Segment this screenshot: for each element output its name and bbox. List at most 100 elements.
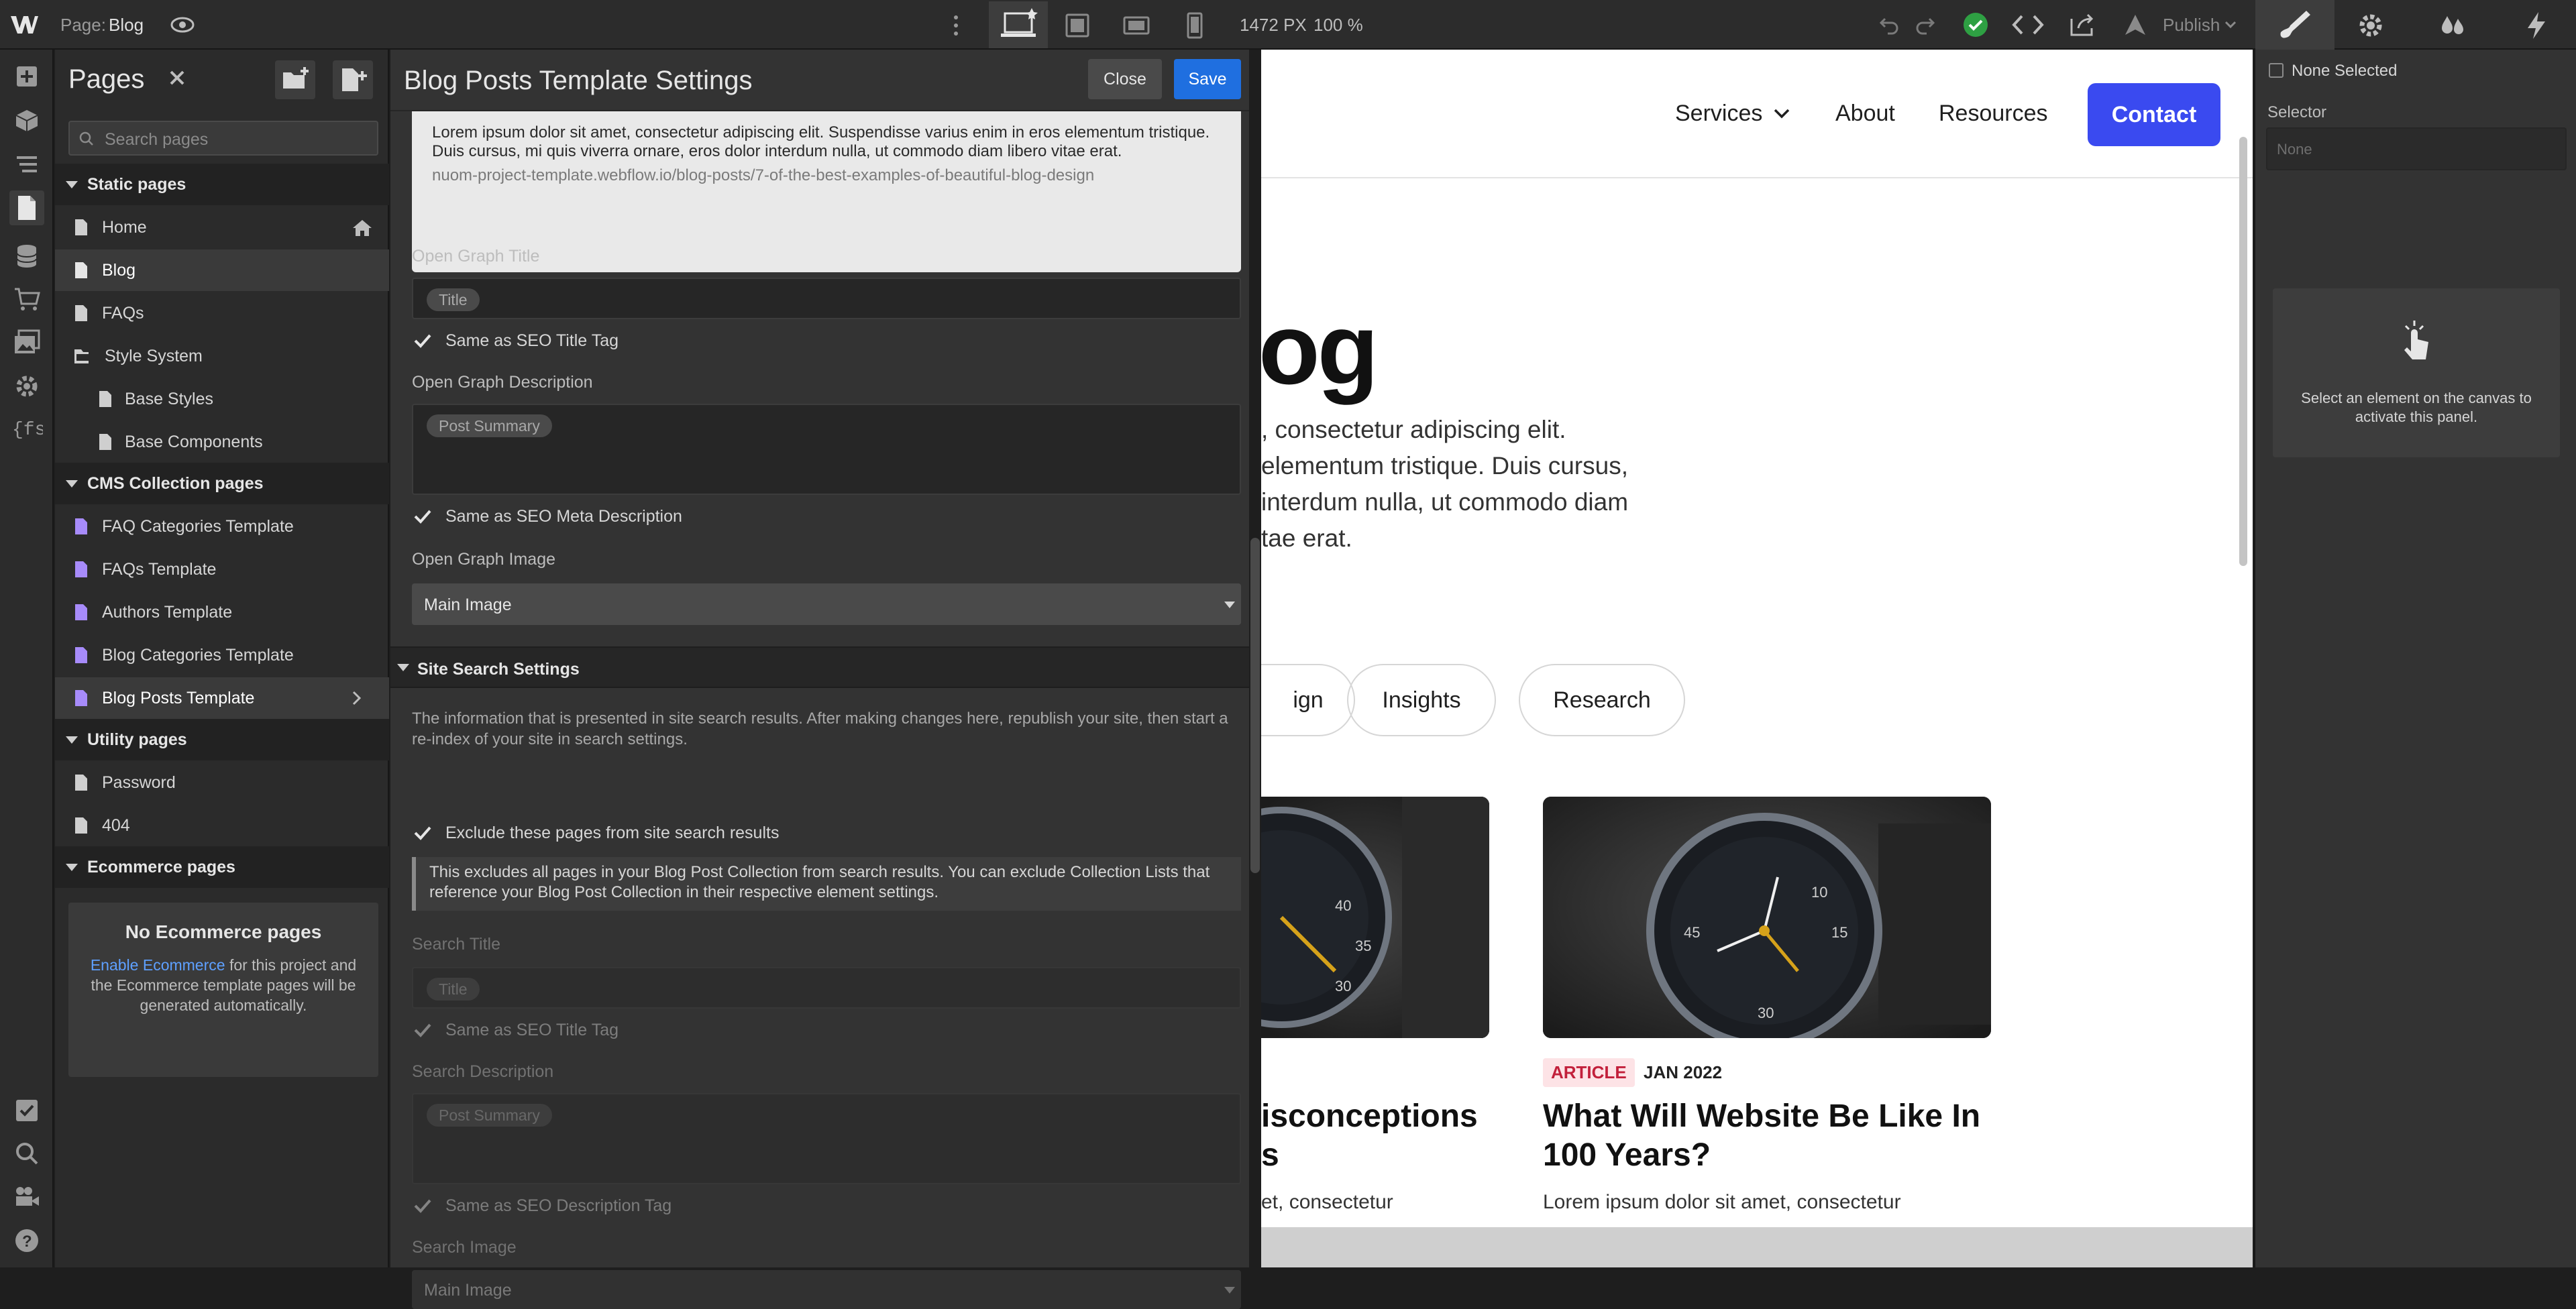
cms-pages-header[interactable]: CMS Collection pages bbox=[55, 463, 389, 504]
checkbox-checked-icon[interactable] bbox=[412, 822, 433, 844]
new-folder-button[interactable] bbox=[275, 60, 315, 99]
cms-database-icon[interactable] bbox=[9, 239, 44, 274]
search-title-same-checkbox-row[interactable]: Same as SEO Title Tag bbox=[412, 1017, 619, 1043]
page-item-404[interactable]: 404 bbox=[55, 805, 389, 846]
category-chip-research[interactable]: Research bbox=[1519, 664, 1685, 736]
title-field-pill[interactable]: Title bbox=[427, 978, 480, 1001]
mobile-portrait-icon[interactable] bbox=[1185, 11, 1205, 40]
og-image-select[interactable]: Main Image bbox=[412, 583, 1241, 625]
static-pages-header[interactable]: Static pages bbox=[55, 164, 389, 205]
post-summary-pill[interactable]: Post Summary bbox=[427, 414, 552, 437]
desktop-breakpoint-icon[interactable] bbox=[989, 1, 1048, 48]
page-item-password[interactable]: Password bbox=[55, 762, 389, 803]
static-pages-label: Static pages bbox=[87, 174, 186, 194]
navigator-icon[interactable] bbox=[9, 148, 44, 182]
checkbox-checked-icon[interactable] bbox=[412, 330, 433, 351]
card-title-line: isconceptions bbox=[1261, 1098, 1478, 1134]
enable-ecommerce-link[interactable]: Enable Ecommerce bbox=[91, 956, 225, 974]
tablet-breakpoint-icon[interactable] bbox=[1063, 12, 1092, 39]
add-panel-icon[interactable] bbox=[9, 59, 44, 94]
exclude-search-checkbox-row[interactable]: Exclude these pages from site search res… bbox=[412, 819, 779, 846]
webflow-logo-icon[interactable] bbox=[9, 13, 39, 36]
search-pages-input[interactable]: Search pages bbox=[68, 121, 378, 156]
ecommerce-cart-icon[interactable] bbox=[9, 282, 44, 317]
settings-scrollbar[interactable] bbox=[1250, 538, 1260, 873]
publish-button[interactable]: Publish bbox=[2163, 15, 2220, 36]
top-toolbar: Page: Blog 1472 PX 100 % Publish bbox=[0, 0, 2576, 50]
page-item-authors-template[interactable]: Authors Template bbox=[55, 591, 389, 633]
og-image-label: Open Graph Image bbox=[412, 550, 556, 569]
pages-icon[interactable] bbox=[9, 190, 44, 225]
exclude-note-text: This excludes all pages in your Blog Pos… bbox=[429, 863, 1210, 901]
more-options-icon[interactable] bbox=[951, 12, 961, 39]
canvas-scrollbar[interactable] bbox=[2239, 137, 2247, 566]
symbols-cube-icon[interactable] bbox=[9, 103, 44, 138]
category-chip-insights[interactable]: Insights bbox=[1347, 664, 1496, 736]
undo-icon[interactable] bbox=[1878, 13, 1901, 36]
nav-about-link[interactable]: About bbox=[1835, 101, 1895, 127]
page-item-base-styles[interactable]: Base Styles bbox=[55, 378, 389, 420]
nav-services-link[interactable]: Services bbox=[1675, 101, 1762, 127]
page-item-faqs[interactable]: FAQs bbox=[55, 292, 389, 334]
assets-images-icon[interactable] bbox=[9, 325, 44, 359]
page-item-faqs-template[interactable]: FAQs Template bbox=[55, 549, 389, 590]
page-item-faq-categories-template[interactable]: FAQ Categories Template bbox=[55, 506, 389, 547]
close-icon[interactable] bbox=[168, 68, 186, 87]
close-button[interactable]: Close bbox=[1088, 59, 1162, 99]
new-page-button[interactable] bbox=[333, 60, 373, 99]
ecommerce-pages-header[interactable]: Ecommerce pages bbox=[55, 846, 389, 888]
title-field-pill[interactable]: Title bbox=[427, 288, 480, 311]
help-icon[interactable]: ? bbox=[9, 1223, 44, 1258]
search-description-field[interactable]: Post Summary bbox=[412, 1093, 1241, 1184]
mobile-landscape-icon[interactable] bbox=[1122, 12, 1151, 39]
page-item-home[interactable]: Home bbox=[55, 207, 389, 248]
folder-icon bbox=[74, 349, 89, 363]
nav-contact-button[interactable]: Contact bbox=[2088, 83, 2220, 146]
page-item-blog-posts-template[interactable]: Blog Posts Template bbox=[55, 677, 389, 719]
preview-eye-icon[interactable] bbox=[169, 13, 196, 36]
checkbox-checked-icon[interactable] bbox=[412, 506, 433, 527]
checkbox-checked-icon[interactable] bbox=[412, 1019, 433, 1041]
settings-gear-icon[interactable] bbox=[9, 369, 44, 404]
page-item-base-components[interactable]: Base Components bbox=[55, 421, 389, 463]
interactions-bolt-icon[interactable] bbox=[2522, 11, 2549, 40]
save-button[interactable]: Save bbox=[1174, 59, 1241, 99]
share-icon[interactable] bbox=[2069, 12, 2096, 38]
page-item-blog-categories-template[interactable]: Blog Categories Template bbox=[55, 634, 389, 676]
publish-rocket-icon[interactable] bbox=[2123, 12, 2148, 38]
nav-resources-link[interactable]: Resources bbox=[1939, 101, 2048, 127]
chevron-right-icon[interactable] bbox=[352, 691, 362, 705]
search-image-select[interactable]: Main Image bbox=[412, 1270, 1241, 1309]
chevron-down-icon[interactable] bbox=[2224, 20, 2237, 30]
page-doc-icon bbox=[99, 434, 111, 450]
design-canvas[interactable]: Services About Resources Contact og , co… bbox=[1261, 50, 2253, 1227]
post-summary-pill[interactable]: Post Summary bbox=[427, 1104, 552, 1127]
search-description-same-label: Same as SEO Description Tag bbox=[445, 1196, 672, 1215]
og-title-same-checkbox-row[interactable]: Same as SEO Title Tag bbox=[412, 327, 619, 354]
checkbox-checked-icon[interactable] bbox=[412, 1195, 433, 1216]
site-search-settings-header[interactable]: Site Search Settings bbox=[390, 646, 1249, 688]
utility-pages-header[interactable]: Utility pages bbox=[55, 719, 389, 760]
category-chip-design[interactable]: ign bbox=[1261, 664, 1355, 736]
none-selected-checkbox[interactable] bbox=[2269, 63, 2284, 78]
selector-input[interactable]: None bbox=[2266, 127, 2567, 170]
video-tutorials-icon[interactable] bbox=[9, 1179, 44, 1214]
og-description-same-checkbox-row[interactable]: Same as SEO Meta Description bbox=[412, 503, 682, 530]
page-item-blog[interactable]: Blog bbox=[55, 249, 389, 291]
color-drops-icon[interactable] bbox=[2438, 11, 2467, 40]
current-page-name[interactable]: Blog bbox=[109, 15, 144, 36]
search-icon[interactable] bbox=[9, 1136, 44, 1171]
folder-item-style-system[interactable]: Style System bbox=[55, 335, 389, 377]
redo-icon[interactable] bbox=[1913, 13, 1936, 36]
finsweet-attributes-icon[interactable]: {fs bbox=[9, 410, 44, 445]
og-title-field[interactable]: Title bbox=[412, 278, 1241, 319]
gear-icon[interactable] bbox=[2356, 11, 2385, 40]
blog-card-image[interactable]: 15 10 45 30 bbox=[1543, 797, 1991, 1038]
style-panel-tab[interactable] bbox=[2255, 0, 2334, 50]
search-description-same-checkbox-row[interactable]: Same as SEO Description Tag bbox=[412, 1192, 672, 1219]
search-title-field[interactable]: Title bbox=[412, 967, 1241, 1009]
blog-card-image[interactable]: 40 35 30 bbox=[1261, 797, 1489, 1038]
og-description-field[interactable]: Post Summary bbox=[412, 404, 1241, 495]
code-export-icon[interactable] bbox=[2011, 13, 2045, 36]
audit-checklist-icon[interactable] bbox=[9, 1093, 44, 1128]
